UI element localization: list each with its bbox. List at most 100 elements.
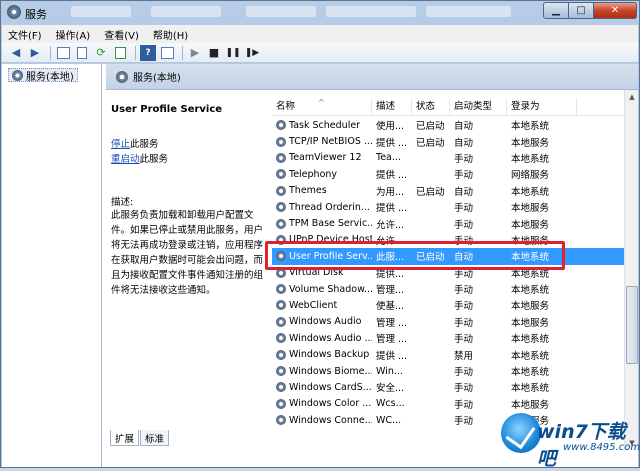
cell-logon: 本地系统	[507, 151, 577, 165]
cell-text: 本地服务	[511, 219, 550, 231]
cell-start: 手动	[450, 315, 507, 329]
cell-desc: 使用...	[372, 118, 412, 132]
cell-logon: 本地系统	[507, 118, 577, 132]
restart-service-link[interactable]: 重启动	[111, 154, 140, 165]
start-service-icon[interactable]: ▶	[187, 45, 203, 61]
service-gear-icon	[276, 349, 286, 360]
menu-item[interactable]: 查看(V)	[104, 27, 139, 42]
pause-service-icon[interactable]: ❚❚	[225, 45, 241, 61]
cell-text: 提供 ...	[376, 203, 408, 215]
show-hide-icon[interactable]	[159, 45, 175, 61]
cell-text: 手动	[454, 170, 474, 182]
cell-text: 本地服务	[511, 301, 550, 313]
scroll-up-icon[interactable]: ▲	[625, 90, 639, 104]
title-bar: 服务 ▁ □ ✕	[1, 1, 640, 23]
table-row[interactable]: Telephony 提供 ... 手动 网络服务	[272, 166, 624, 182]
table-row[interactable]: Windows Backup 提供 ... 禁用 本地系统	[272, 346, 624, 362]
cell-name: WebClient	[272, 300, 372, 311]
column-header[interactable]: 名称 ^	[272, 98, 372, 115]
column-header[interactable]: 登录为	[507, 98, 577, 115]
cell-name: Telephony	[272, 169, 372, 180]
column-header[interactable]: 状态	[412, 98, 450, 115]
service-gear-icon	[276, 152, 286, 163]
cell-start: 手动	[450, 282, 507, 296]
toolbar-separator	[50, 45, 51, 60]
cell-name: Windows Conne...	[272, 415, 372, 426]
service-gear-icon	[276, 333, 286, 344]
services-gear-icon	[12, 69, 23, 81]
tab[interactable]: 扩展	[110, 430, 140, 446]
menu-item[interactable]: 操作(A)	[56, 27, 91, 42]
cell-desc: 提供 ...	[372, 348, 412, 362]
table-row[interactable]: Volume Shadow... 管理... 手动 本地系统	[272, 281, 624, 297]
toolbar-separator	[182, 45, 183, 60]
column-header[interactable]: 描述	[372, 98, 412, 115]
table-row[interactable]: TCP/IP NetBIOS ... 提供 ... 已启动 自动 本地服务	[272, 133, 624, 149]
cell-name: TPM Base Servic...	[272, 218, 372, 229]
scroll-thumb[interactable]	[626, 286, 638, 364]
cell-text: Windows Audio	[289, 316, 362, 328]
vertical-scrollbar[interactable]: ▲ ▼	[624, 90, 638, 450]
cell-name: TCP/IP NetBIOS ...	[272, 136, 372, 147]
highlight-box	[265, 241, 565, 270]
column-header-label: 登录为	[511, 101, 540, 112]
cell-text: 手动	[454, 367, 474, 379]
selected-service-name: User Profile Service	[111, 104, 223, 115]
cell-text: WC...	[376, 414, 402, 426]
forward-arrow-icon[interactable]: ▶	[27, 45, 43, 61]
services-gear-icon	[7, 5, 21, 19]
cell-start: 手动	[450, 331, 507, 345]
table-row[interactable]: Windows Biome... Win... 手动 本地系统	[272, 363, 624, 379]
table-row[interactable]: TeamViewer 12 Tea... 手动 本地系统	[272, 150, 624, 166]
cell-logon: 本地系统	[507, 380, 577, 394]
column-header-label: 状态	[416, 101, 436, 112]
table-row[interactable]: Windows Audio ... 管理 ... 手动 本地系统	[272, 330, 624, 346]
tree-node-services-local[interactable]: 服务(本地)	[8, 68, 78, 83]
cell-text: 为用...	[376, 186, 405, 198]
table-row[interactable]: Task Scheduler 使用... 已启动 自动 本地系统	[272, 117, 624, 133]
help-icon[interactable]: ?	[140, 44, 156, 61]
table-row[interactable]: Thread Orderin... 提供 ... 手动 本地服务	[272, 199, 624, 215]
table-row[interactable]: TPM Base Servic... 允许... 手动 本地服务	[272, 215, 624, 231]
cell-name: TeamViewer 12	[272, 152, 372, 163]
cell-logon: 本地系统	[507, 348, 577, 362]
properties-sheet-icon[interactable]	[74, 45, 90, 61]
restart-service-icon[interactable]: ❚▶	[244, 45, 260, 61]
refresh-icon[interactable]: ⟳	[93, 45, 109, 61]
cell-text: 管理...	[376, 285, 405, 297]
column-header-label: 描述	[376, 101, 396, 112]
column-header[interactable]: 启动类型	[450, 98, 507, 115]
maximize-button[interactable]: □	[569, 2, 594, 19]
export-list-icon[interactable]	[112, 45, 128, 61]
console-tree-icon[interactable]	[55, 45, 71, 61]
cell-text: 本地服务	[511, 203, 550, 215]
cell-start: 手动	[450, 380, 507, 394]
cell-text: 本地系统	[511, 153, 550, 165]
table-row[interactable]: Windows Audio 管理 ... 手动 本地服务	[272, 314, 624, 330]
cell-logon: 本地服务	[507, 200, 577, 214]
tab[interactable]: 标准	[140, 430, 170, 446]
back-arrow-icon[interactable]: ◀	[8, 45, 24, 61]
minimize-button[interactable]: ▁	[543, 2, 569, 19]
stop-service-link[interactable]: 停止	[111, 139, 130, 150]
table-row[interactable]: Themes 为用... 已启动 自动 本地系统	[272, 183, 624, 199]
menu-item[interactable]: 文件(F)	[8, 27, 42, 42]
close-button[interactable]: ✕	[594, 2, 637, 19]
cell-status: 已启动	[412, 184, 450, 198]
cell-text: 手动	[454, 203, 474, 215]
cell-text: Windows Color ...	[289, 398, 372, 410]
stop-suffix: 此服务	[130, 139, 159, 150]
cell-text: Windows Audio ...	[289, 332, 372, 344]
cell-text: Windows Conne...	[289, 414, 372, 426]
cell-text: Telephony	[289, 168, 338, 180]
table-row[interactable]: WebClient 使基... 手动 本地服务	[272, 297, 624, 313]
watermark-logo: win7下载吧 www.8495.com	[501, 409, 640, 470]
blurred-title-region	[326, 6, 416, 17]
cell-text: Volume Shadow...	[289, 283, 372, 295]
pane-header: 服务(本地)	[106, 64, 638, 90]
table-row[interactable]: Windows CardS... 安全... 手动 本地系统	[272, 379, 624, 395]
menu-item[interactable]: 帮助(H)	[153, 27, 188, 42]
cell-text: 本地服务	[511, 317, 550, 329]
stop-service-icon[interactable]: ■	[206, 45, 222, 61]
cell-start: 手动	[450, 167, 507, 181]
